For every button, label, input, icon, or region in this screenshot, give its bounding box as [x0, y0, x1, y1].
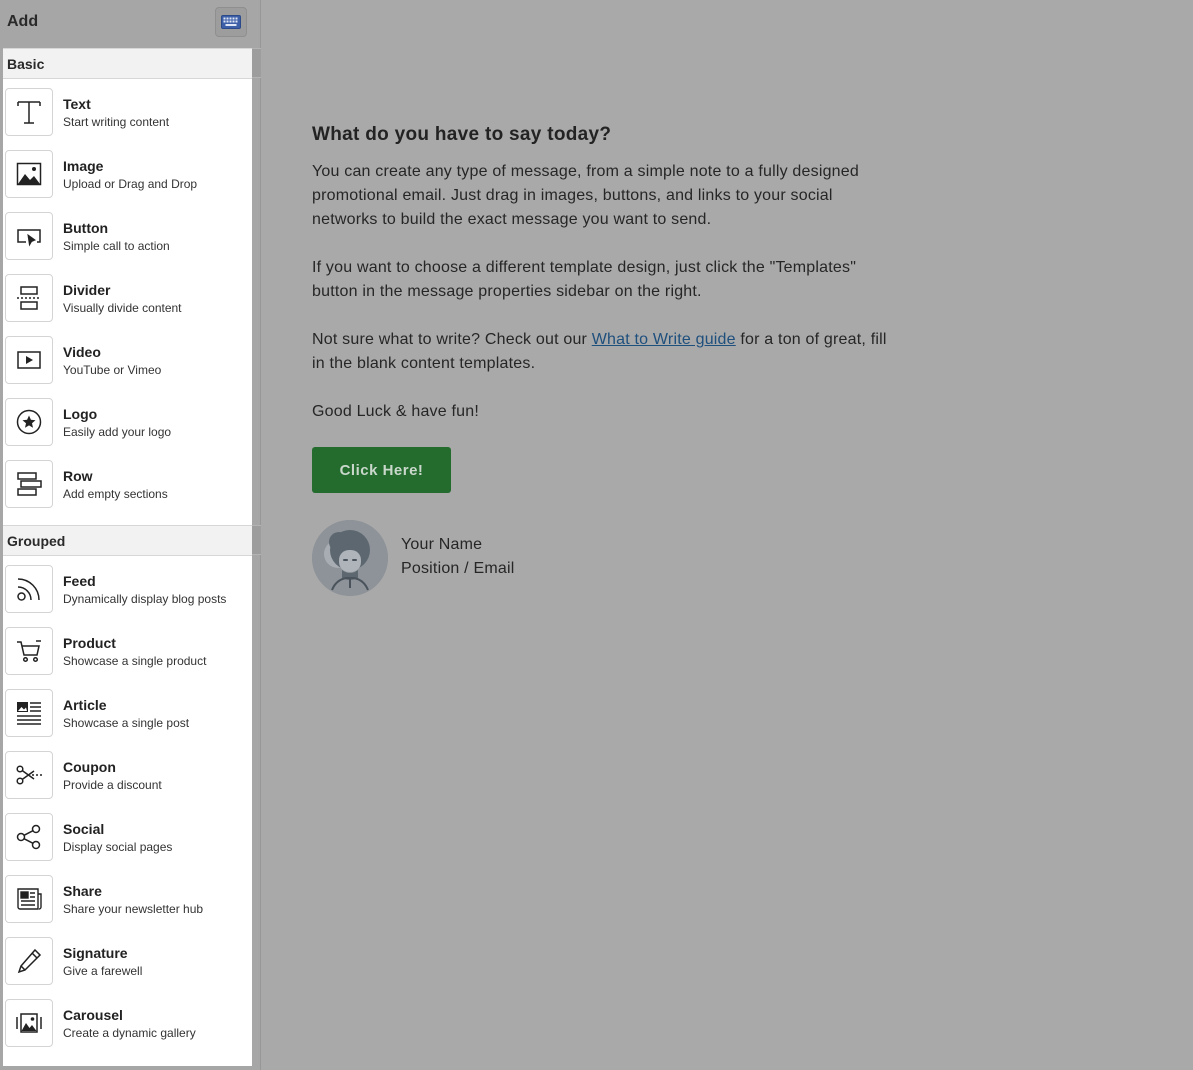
block-label: Image: [63, 158, 104, 174]
block-row[interactable]: Row Add empty sections: [3, 457, 252, 519]
sidebar-header: Add: [0, 0, 261, 48]
block-description: YouTube or Vimeo: [63, 363, 162, 377]
block-label: Coupon: [63, 759, 116, 775]
block-label: Carousel: [63, 1007, 123, 1023]
signature-block[interactable]: Your Name Position / Email: [312, 520, 892, 596]
block-label: Divider: [63, 282, 111, 298]
block-description: Give a farewell: [63, 964, 143, 978]
block-description: Create a dynamic gallery: [63, 1026, 196, 1040]
scissors-icon: [16, 765, 42, 785]
keyboard-icon: [221, 15, 241, 29]
cursor-icon: [17, 229, 41, 247]
message-headline[interactable]: What do you have to say today?: [312, 124, 892, 146]
block-share[interactable]: Share Share your newsletter hub: [3, 872, 252, 934]
block-description: Easily add your logo: [63, 425, 172, 439]
signature-name[interactable]: Your Name: [401, 536, 482, 554]
block-coupon[interactable]: Coupon Provide a discount: [3, 748, 252, 810]
message-canvas[interactable]: What do you have to say today? You can c…: [312, 124, 892, 596]
block-description: Share your newsletter hub: [63, 902, 204, 916]
text-icon: [17, 101, 41, 124]
gallery-icon: [16, 1013, 42, 1033]
block-description: Showcase a single post: [63, 716, 190, 730]
add-sidebar: Add Basic Text Start writing content Ima…: [0, 0, 261, 1070]
image-icon: [16, 162, 42, 186]
block-description: Display social pages: [63, 840, 173, 854]
message-paragraph-3[interactable]: Not sure what to write? Check out our Wh…: [312, 328, 892, 376]
divider-icon: [17, 286, 41, 310]
keyboard-shortcuts-button[interactable]: [215, 7, 247, 37]
block-logo[interactable]: Logo Easily add your logo: [3, 395, 252, 457]
block-label: Product: [63, 635, 116, 651]
section-basic-header: Basic: [3, 48, 252, 79]
block-label: Share: [63, 883, 102, 899]
block-feed[interactable]: Feed Dynamically display blog posts: [3, 562, 252, 624]
block-label: Feed: [63, 573, 96, 589]
block-image[interactable]: Image Upload or Drag and Drop: [3, 147, 252, 209]
section-grouped-header: Grouped: [3, 525, 252, 556]
block-article[interactable]: Article Showcase a single post: [3, 686, 252, 748]
row-icon: [17, 472, 42, 496]
block-description: Showcase a single product: [63, 654, 207, 668]
video-icon: [17, 351, 41, 369]
block-description: Visually divide content: [63, 301, 182, 315]
block-text[interactable]: Text Start writing content: [3, 85, 252, 147]
message-paragraph-2[interactable]: If you want to choose a different templa…: [312, 256, 892, 304]
blocks-panel: Basic Text Start writing content Image U…: [3, 48, 252, 1066]
share-icon: [16, 824, 41, 850]
block-description: Add empty sections: [63, 487, 168, 501]
click-here-button[interactable]: Click Here!: [312, 447, 451, 493]
block-description: Dynamically display blog posts: [63, 592, 227, 606]
block-video[interactable]: Video YouTube or Vimeo: [3, 333, 252, 395]
message-paragraph-4[interactable]: Good Luck & have fun!: [312, 400, 892, 424]
block-carousel[interactable]: Carousel Create a dynamic gallery: [3, 996, 252, 1058]
sidebar-title: Add: [7, 13, 39, 30]
block-description: Provide a discount: [63, 778, 162, 792]
rss-icon: [17, 578, 40, 601]
newspaper-icon: [17, 888, 42, 910]
panel-edge-tab-grouped: [252, 525, 261, 555]
block-label: Signature: [63, 945, 128, 961]
block-signature[interactable]: Signature Give a farewell: [3, 934, 252, 996]
block-label: Video: [63, 344, 101, 360]
star-icon: [16, 409, 42, 435]
paragraph-3-lead: Not sure what to write? Check out our: [312, 331, 592, 348]
block-divider[interactable]: Divider Visually divide content: [3, 271, 252, 333]
block-label: Social: [63, 821, 105, 837]
cart-icon: [17, 640, 41, 663]
block-description: Start writing content: [63, 115, 170, 129]
what-to-write-guide-link[interactable]: What to Write guide: [592, 331, 736, 348]
block-label: Button: [63, 220, 109, 236]
panel-edge-tab-basic: [252, 48, 261, 78]
person-avatar-icon: [312, 520, 388, 596]
block-label: Row: [63, 468, 93, 484]
block-button[interactable]: Button Simple call to action: [3, 209, 252, 271]
block-label: Article: [63, 697, 107, 713]
block-label: Logo: [63, 406, 98, 422]
signature-position[interactable]: Position / Email: [401, 560, 514, 578]
article-icon: [17, 702, 41, 725]
block-social[interactable]: Social Display social pages: [3, 810, 252, 872]
block-description: Simple call to action: [63, 239, 170, 253]
block-description: Upload or Drag and Drop: [63, 177, 198, 191]
avatar: [312, 520, 388, 596]
pencil-icon: [17, 948, 42, 974]
message-paragraph-1[interactable]: You can create any type of message, from…: [312, 160, 892, 232]
block-product[interactable]: Product Showcase a single product: [3, 624, 252, 686]
block-label: Text: [63, 96, 91, 112]
